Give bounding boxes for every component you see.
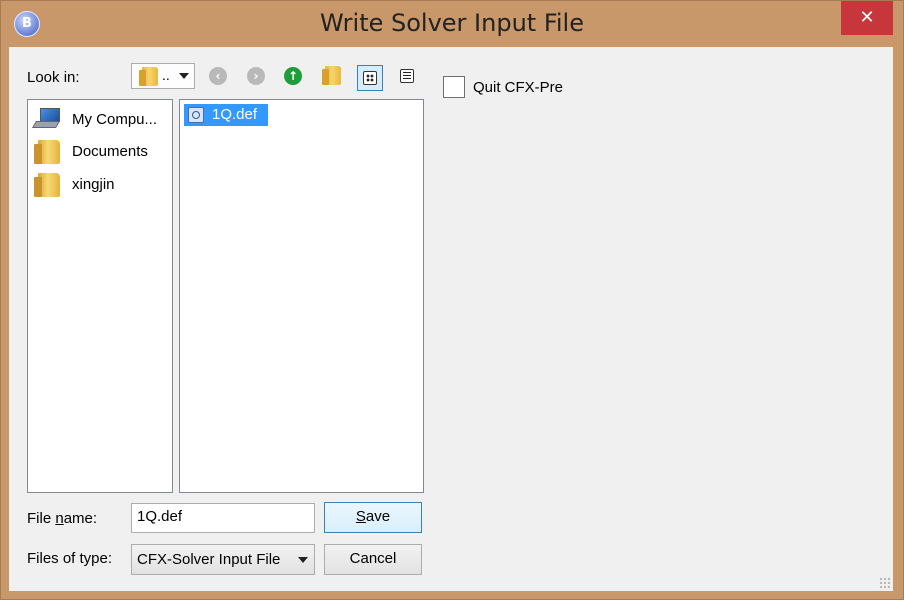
list-item[interactable]: 1Q.def <box>184 104 268 126</box>
save-button[interactable]: Save <box>324 502 422 533</box>
detail-view-button[interactable] <box>357 65 383 91</box>
folder-icon <box>34 173 60 197</box>
sidebar-item-documents[interactable]: Documents <box>34 140 174 164</box>
new-folder-icon <box>322 66 341 85</box>
dialog-window: Write Solver Input File ✕ Look in: .. ‹ … <box>0 0 904 600</box>
def-file-icon <box>188 107 204 123</box>
dialog-body: Look in: .. ‹ › ↑ My Compu... Documents … <box>9 47 893 591</box>
look-in-value: .. <box>162 67 170 83</box>
sidebar-item-label: Documents <box>72 143 148 160</box>
resize-grip-icon[interactable] <box>879 577 891 589</box>
list-view-icon <box>400 69 414 83</box>
close-button[interactable]: ✕ <box>841 1 893 35</box>
back-button[interactable]: ‹ <box>209 67 227 85</box>
quit-cfx-pre-label[interactable]: Quit CFX-Pre <box>473 79 563 96</box>
look-in-combo[interactable]: .. <box>131 63 195 89</box>
folder-icon <box>34 140 60 164</box>
back-arrow-icon: ‹ <box>215 69 221 83</box>
quit-cfx-pre-checkbox[interactable] <box>443 76 465 98</box>
window-title: Write Solver Input File <box>320 9 584 37</box>
file-list[interactable]: 1Q.def <box>179 99 424 493</box>
places-sidebar[interactable]: My Compu... Documents xingjin <box>27 99 173 493</box>
up-folder-button[interactable]: ↑ <box>284 67 302 85</box>
sidebar-item-xingjin[interactable]: xingjin <box>34 173 174 197</box>
forward-button[interactable]: › <box>247 67 265 85</box>
file-name-label: File name: <box>27 510 98 527</box>
files-of-type-label: Files of type: <box>27 550 113 567</box>
computer-icon <box>31 108 62 128</box>
file-name-input[interactable]: 1Q.def <box>131 503 315 533</box>
forward-arrow-icon: › <box>253 69 259 83</box>
folder-icon <box>139 67 158 86</box>
sidebar-item-my-computer[interactable]: My Compu... <box>31 108 174 132</box>
sidebar-item-label: My Compu... <box>72 111 158 128</box>
title-bar[interactable]: Write Solver Input File ✕ <box>1 1 903 47</box>
new-folder-button[interactable] <box>319 65 341 87</box>
sidebar-item-label: xingjin <box>72 176 115 193</box>
files-of-type-select[interactable]: CFX-Solver Input File <box>131 544 315 575</box>
icon-view-icon <box>363 71 377 85</box>
cancel-button[interactable]: Cancel <box>324 544 422 575</box>
files-of-type-value: CFX-Solver Input File <box>137 551 281 568</box>
up-arrow-icon: ↑ <box>287 69 299 83</box>
list-view-button[interactable] <box>395 64 421 90</box>
look-in-label: Look in: <box>27 69 80 86</box>
chevron-down-icon <box>179 73 189 79</box>
chevron-down-icon <box>298 557 308 563</box>
file-name: 1Q.def <box>212 106 258 123</box>
